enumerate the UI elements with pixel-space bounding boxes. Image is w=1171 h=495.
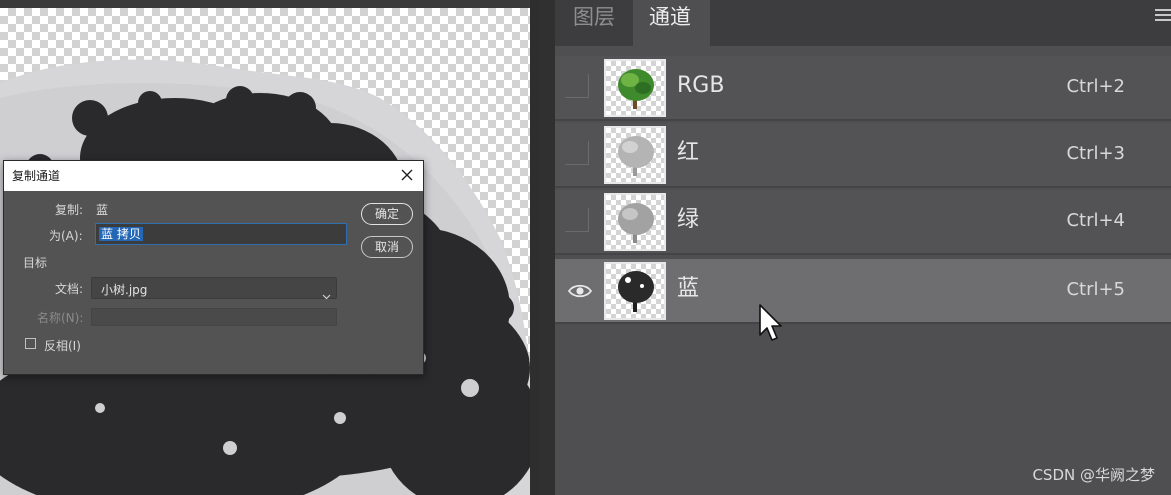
panel-divider: [539, 0, 555, 495]
destination-heading: 目标: [23, 256, 48, 270]
visibility-toggle[interactable]: [565, 208, 589, 232]
canvas-scroll-edge: [530, 0, 539, 495]
chevron-down-icon: [322, 285, 331, 300]
name-input[interactable]: [91, 308, 337, 326]
document-label: 文档:: [55, 282, 84, 296]
duplicate-channel-dialog: 复制通道 复制: 蓝 为(A): 蓝 拷贝 目标 文档: 小树.jpg 名称(N…: [3, 160, 424, 375]
dialog-title: 复制通道: [12, 169, 61, 183]
channel-name: 红: [677, 140, 700, 165]
as-label: 为(A):: [49, 229, 83, 243]
channel-shortcut: Ctrl+4: [1066, 210, 1125, 231]
channel-shortcut: Ctrl+3: [1066, 143, 1125, 164]
channel-shortcut: Ctrl+5: [1066, 279, 1125, 300]
channel-row-blue[interactable]: 蓝 Ctrl+5: [555, 259, 1171, 324]
panel-tab-bar: 图层 通道: [555, 0, 1171, 46]
tab-layers[interactable]: 图层: [557, 0, 631, 46]
channel-thumbnail: [604, 59, 666, 117]
channel-thumbnail: [604, 126, 666, 184]
channel-thumbnail: [604, 262, 666, 320]
source-label: 复制:: [55, 203, 84, 217]
channel-row-green[interactable]: 绿 Ctrl+4: [555, 190, 1171, 255]
close-icon[interactable]: [399, 167, 415, 183]
visibility-toggle[interactable]: [565, 141, 589, 165]
invert-checkbox[interactable]: [25, 338, 36, 349]
eye-icon[interactable]: [567, 279, 593, 303]
channel-row-rgb[interactable]: RGB Ctrl+2: [555, 56, 1171, 121]
channel-name: RGB: [677, 73, 725, 98]
source-value: 蓝: [96, 203, 109, 217]
ok-button[interactable]: 确定: [361, 203, 413, 225]
channel-name: 绿: [677, 207, 700, 232]
dialog-titlebar[interactable]: 复制通道: [4, 161, 423, 191]
channel-name: 蓝: [677, 276, 700, 301]
mouse-cursor-icon: [758, 303, 784, 343]
channels-panel: 图层 通道 RGB Ctrl+2 红 Ctrl+3 绿 Ctrl+4 蓝 Ctr…: [555, 0, 1171, 495]
tab-channels[interactable]: 通道: [633, 0, 710, 46]
watermark: CSDN @华阙之梦: [1032, 466, 1155, 484]
visibility-toggle[interactable]: [565, 74, 589, 98]
channel-row-red[interactable]: 红 Ctrl+3: [555, 123, 1171, 188]
name-label: 名称(N):: [37, 311, 84, 325]
channel-shortcut: Ctrl+2: [1066, 76, 1125, 97]
invert-label: 反相(I): [44, 339, 81, 353]
channel-thumbnail: [604, 193, 666, 251]
as-name-value: 蓝 拷贝: [99, 227, 143, 241]
document-select[interactable]: 小树.jpg: [91, 277, 337, 300]
as-name-input[interactable]: 蓝 拷贝: [95, 223, 347, 245]
cancel-button[interactable]: 取消: [361, 236, 413, 258]
hamburger-menu-icon[interactable]: [1155, 9, 1171, 23]
document-select-value: 小树.jpg: [101, 283, 148, 297]
